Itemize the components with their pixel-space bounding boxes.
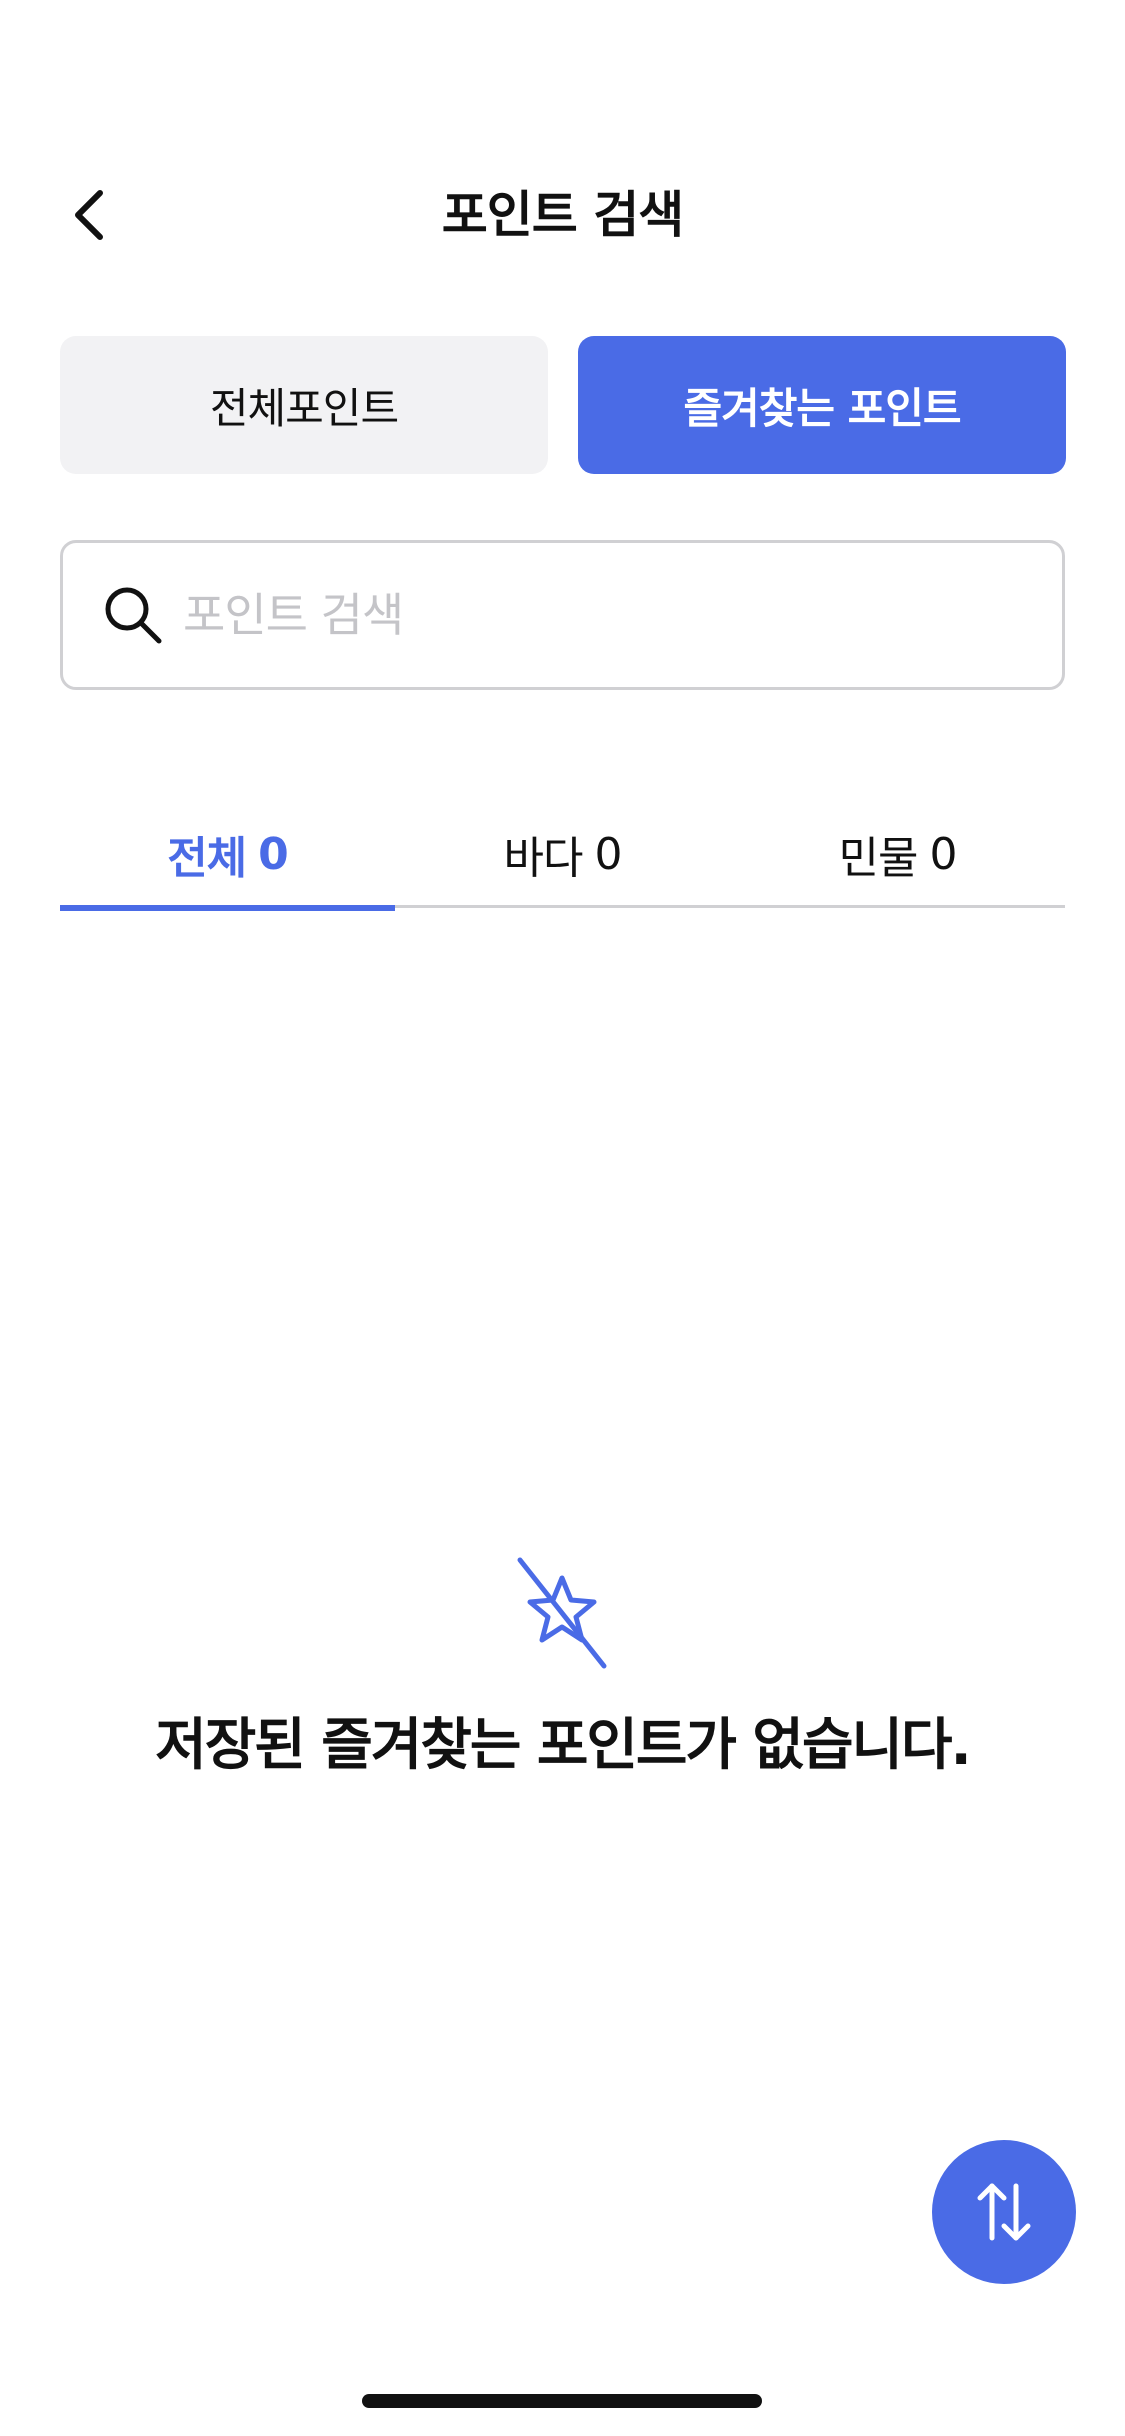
star-off-icon [517, 1557, 607, 1669]
tab-count: 0 [258, 828, 289, 880]
search-icon [105, 587, 162, 644]
tab-sea[interactable]: 바다 0 [395, 800, 730, 908]
segment-all-points[interactable]: 전체포인트 [60, 336, 548, 474]
home-indicator [362, 2394, 762, 2408]
favorites-point-search-screen: 포인트 검색 전체포인트 즐겨찾는 포인트 전체0 바다0 민물0 저장된 즐겨… [0, 0, 1125, 2436]
search-input[interactable] [183, 543, 1033, 687]
tab-count: 0 [929, 828, 957, 880]
tab-label: 전체 [167, 833, 247, 884]
tab-all[interactable]: 전체 0 [60, 800, 395, 911]
tab-label: 민물 [838, 833, 919, 884]
tab-freshwater[interactable]: 민물 0 [730, 800, 1065, 908]
page-title: 포인트 검색 [441, 186, 684, 244]
tab-count: 0 [594, 828, 622, 880]
empty-state-message: 저장된 즐겨찾는 포인트가 없습니다. [155, 1713, 972, 1778]
category-tabs: 전체 0 바다 0 민물 0 [60, 800, 1065, 911]
header: 포인트 검색 [0, 170, 1125, 260]
segment-favorite-points[interactable]: 즐겨찾는 포인트 [578, 336, 1066, 474]
sort-arrows-icon [977, 2183, 1031, 2241]
tab-label: 바다 [503, 833, 584, 884]
sort-button[interactable] [932, 2140, 1076, 2284]
search-box[interactable] [60, 540, 1065, 690]
